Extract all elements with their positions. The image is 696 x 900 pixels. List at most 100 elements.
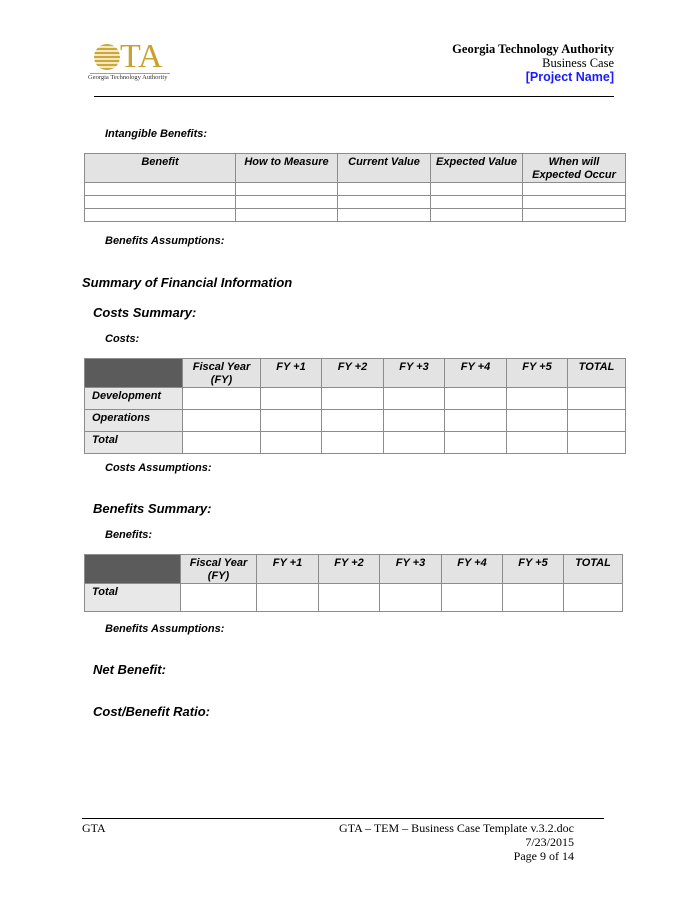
- column-header: TOTAL: [563, 554, 623, 584]
- header-document-type: Business Case: [542, 56, 614, 70]
- table-cell[interactable]: [84, 195, 236, 209]
- benefits-table: Fiscal Year (FY) FY +1 FY +2 FY +3 FY +4…: [84, 554, 623, 612]
- table-cell[interactable]: [180, 583, 257, 612]
- column-header: FY +2: [321, 358, 384, 388]
- footer-date: 7/23/2015: [525, 835, 574, 849]
- costs-summary-heading: Costs Summary:: [93, 305, 197, 320]
- logo-subtitle: Georgia Technology Authority: [88, 74, 168, 81]
- table-cell[interactable]: [506, 409, 568, 432]
- table-cell[interactable]: [235, 182, 338, 196]
- table-cell[interactable]: [506, 431, 568, 454]
- table-cell[interactable]: [567, 387, 626, 410]
- benefits-summary-heading: Benefits Summary:: [93, 501, 212, 516]
- gta-logo: TA Georgia Technology Authority: [86, 40, 186, 82]
- table-cell[interactable]: [256, 583, 319, 612]
- footer-page-number: Page 9 of 14: [513, 849, 574, 863]
- summary-heading: Summary of Financial Information: [82, 275, 293, 290]
- cost-benefit-ratio-heading: Cost/Benefit Ratio:: [93, 704, 210, 719]
- row-header: Total: [84, 583, 181, 612]
- table-cell[interactable]: [84, 182, 236, 196]
- table-cell[interactable]: [379, 583, 442, 612]
- column-header: FY +2: [318, 554, 380, 584]
- column-header: FY +3: [383, 358, 445, 388]
- table-cell[interactable]: [260, 387, 322, 410]
- table-cell[interactable]: [182, 409, 261, 432]
- table-cell[interactable]: [337, 195, 431, 209]
- column-header: Fiscal Year (FY): [180, 554, 257, 584]
- table-cell[interactable]: [441, 583, 503, 612]
- header-divider: [94, 96, 614, 97]
- row-header: Development: [84, 387, 183, 410]
- table-cell[interactable]: [84, 208, 236, 222]
- table-cell[interactable]: [318, 583, 380, 612]
- table-cell[interactable]: [235, 208, 338, 222]
- table-cell[interactable]: [321, 387, 384, 410]
- table-cell[interactable]: [383, 431, 445, 454]
- corner-header: [84, 554, 181, 584]
- column-header: FY +4: [444, 358, 507, 388]
- table-row-total: Total: [84, 431, 626, 454]
- table-cell[interactable]: [383, 387, 445, 410]
- column-header: Current Value: [337, 153, 431, 183]
- table-cell[interactable]: [260, 409, 322, 432]
- column-header: FY +4: [441, 554, 503, 584]
- table-row: [84, 182, 626, 196]
- table-cell[interactable]: [321, 431, 384, 454]
- footer-divider: [82, 818, 604, 819]
- column-header: When will Expected Occur: [522, 153, 626, 183]
- table-header-row: Benefit How to Measure Current Value Exp…: [84, 153, 626, 183]
- intangible-benefits-table: Benefit How to Measure Current Value Exp…: [84, 153, 626, 222]
- table-cell[interactable]: [235, 195, 338, 209]
- table-cell[interactable]: [182, 431, 261, 454]
- costs-table: Fiscal Year (FY) FY +1 FY +2 FY +3 FY +4…: [84, 358, 626, 454]
- table-cell[interactable]: [430, 208, 523, 222]
- row-header: Operations: [84, 409, 183, 432]
- intangible-benefits-label: Intangible Benefits:: [105, 128, 208, 140]
- benefits-assumptions-label: Benefits Assumptions:: [105, 623, 225, 635]
- table-header-row: Fiscal Year (FY) FY +1 FY +2 FY +3 FY +4…: [84, 358, 626, 388]
- column-header: Benefit: [84, 153, 236, 183]
- column-header: TOTAL: [567, 358, 626, 388]
- table-cell[interactable]: [444, 431, 507, 454]
- table-cell[interactable]: [321, 409, 384, 432]
- footer-left: GTA: [82, 821, 106, 835]
- net-benefit-heading: Net Benefit:: [93, 662, 166, 677]
- table-cell[interactable]: [182, 387, 261, 410]
- table-cell[interactable]: [522, 195, 626, 209]
- costs-label: Costs:: [105, 333, 140, 345]
- column-header: FY +1: [260, 358, 322, 388]
- table-cell[interactable]: [502, 583, 564, 612]
- table-cell[interactable]: [337, 182, 431, 196]
- table-cell[interactable]: [522, 182, 626, 196]
- benefits-assumptions-label: Benefits Assumptions:: [105, 235, 225, 247]
- header-project-name: [Project Name]: [525, 70, 614, 84]
- table-row: [84, 195, 626, 209]
- table-cell[interactable]: [563, 583, 623, 612]
- table-cell[interactable]: [567, 409, 626, 432]
- table-cell[interactable]: [337, 208, 431, 222]
- table-cell[interactable]: [522, 208, 626, 222]
- table-cell[interactable]: [430, 182, 523, 196]
- column-header: FY +5: [502, 554, 564, 584]
- column-header: How to Measure: [235, 153, 338, 183]
- column-header: FY +3: [379, 554, 442, 584]
- table-cell[interactable]: [506, 387, 568, 410]
- table-cell[interactable]: [444, 387, 507, 410]
- table-row-total: Total: [84, 583, 623, 612]
- column-header: FY +1: [256, 554, 319, 584]
- table-row-operations: Operations: [84, 409, 626, 432]
- table-cell[interactable]: [260, 431, 322, 454]
- table-cell[interactable]: [444, 409, 507, 432]
- table-cell[interactable]: [430, 195, 523, 209]
- page-header: Georgia Technology Authority Business Ca…: [452, 42, 614, 84]
- row-header: Total: [84, 431, 183, 454]
- costs-assumptions-label: Costs Assumptions:: [105, 462, 212, 474]
- globe-icon: [94, 44, 120, 70]
- corner-header: [84, 358, 183, 388]
- table-header-row: Fiscal Year (FY) FY +1 FY +2 FY +3 FY +4…: [84, 554, 623, 584]
- table-cell[interactable]: [567, 431, 626, 454]
- page-footer: GTA – TEM – Business Case Template v.3.2…: [339, 821, 574, 863]
- table-row: [84, 208, 626, 222]
- table-cell[interactable]: [383, 409, 445, 432]
- column-header: Expected Value: [430, 153, 523, 183]
